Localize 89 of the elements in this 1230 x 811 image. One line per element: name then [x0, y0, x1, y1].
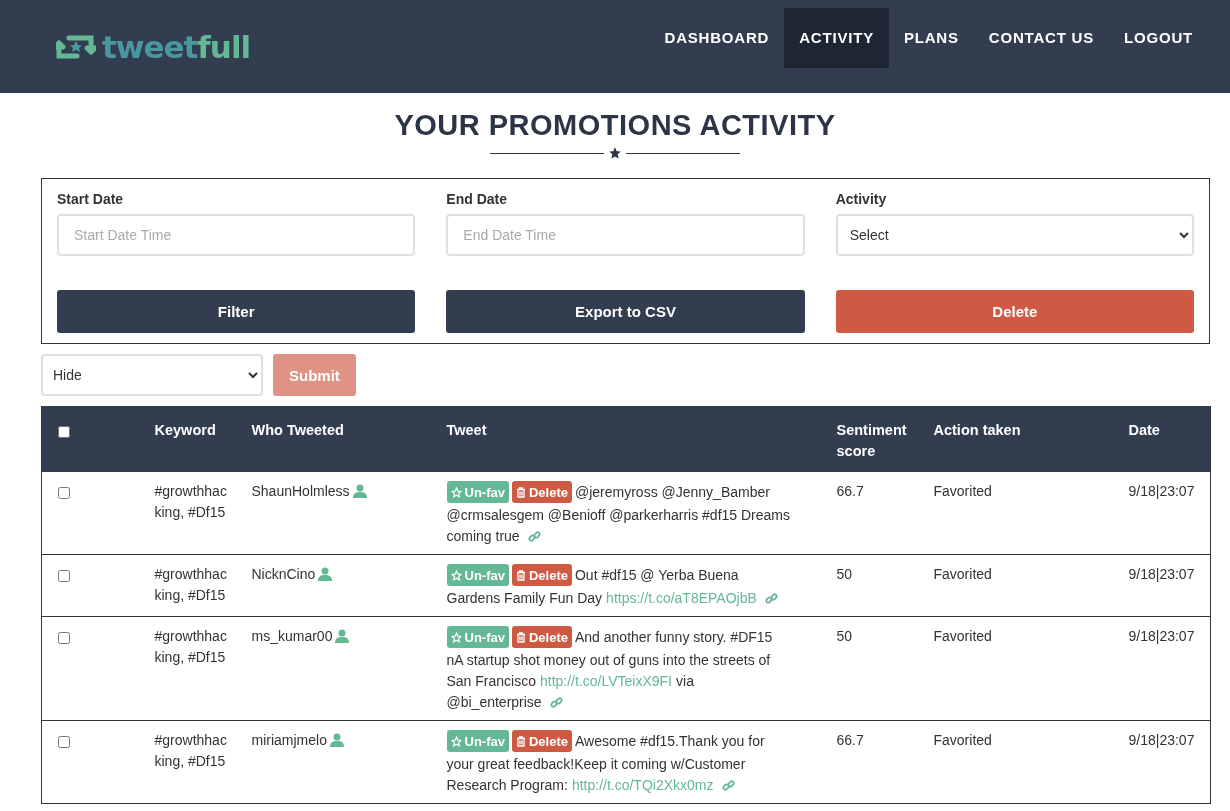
page-title: YOUR PROMOTIONS ACTIVITY	[393, 109, 837, 142]
tweet-link[interactable]: http://t.co/TQi2Xkx0mz	[571, 775, 714, 796]
row-checkbox[interactable]	[58, 632, 70, 644]
star-icon	[450, 486, 462, 498]
username: NicknCino	[251, 565, 316, 584]
activity-select[interactable]: Select	[835, 214, 1194, 256]
link-icon	[527, 530, 541, 543]
tweet-text: San Francisco	[446, 672, 536, 691]
unfav-button[interactable]: Un-fav	[446, 564, 509, 586]
link-icon	[764, 592, 778, 605]
action-cell: Favorited	[917, 554, 1113, 617]
star-icon	[450, 631, 462, 643]
trash-icon	[515, 486, 526, 498]
column-header: Tweet	[430, 406, 821, 472]
tweet-text: nA startup shot money out of guns into the streets of	[446, 651, 771, 670]
score-cell: 50	[820, 616, 918, 721]
delete-tweet-button[interactable]: Delete	[511, 481, 572, 503]
tweet-text: via	[676, 672, 694, 691]
tweet-text: And another funny story. #DF15	[575, 627, 773, 647]
field-label: End Date	[446, 191, 508, 207]
select-all-checkbox[interactable]	[58, 426, 70, 438]
column-header: Keyword	[138, 406, 236, 472]
username: ms_kumar00	[251, 627, 333, 646]
action-cell: Favorited	[917, 472, 1113, 555]
column-header: Who Tweeted	[235, 406, 431, 472]
delete-tweet-button[interactable]: Delete	[511, 564, 572, 586]
person-icon	[318, 567, 333, 581]
trash-icon	[515, 569, 526, 581]
keyword-cell: #growthhacking, #Df15	[138, 616, 236, 721]
nav-link[interactable]: PLANS	[888, 8, 974, 68]
tweet-link[interactable]: https://t.co/aT8EPAOjbB	[606, 588, 757, 609]
tweet-text: @crmsalesgem @Benioff @parkerharris #df15 Dreams	[446, 506, 790, 525]
star-icon	[608, 146, 622, 160]
action-button[interactable]: Filter	[57, 290, 416, 333]
keyword-cell: #growthhacking, #Df15	[138, 472, 236, 555]
trash-icon	[515, 735, 526, 747]
date-cell: 9/18|23:07	[1112, 472, 1211, 555]
nav-link[interactable]: CONTACT US	[973, 8, 1110, 68]
keyword-cell: #growthhacking, #Df15	[138, 720, 236, 804]
nav-link[interactable]: LOGOUT	[1109, 8, 1208, 68]
field-label: Start Date	[57, 191, 125, 207]
date-cell: 9/18|23:07	[1112, 720, 1211, 804]
row-checkbox[interactable]	[58, 570, 70, 582]
person-icon	[335, 629, 350, 643]
column-header: Action taken	[917, 406, 1113, 472]
tweet-text: Research Program:	[446, 776, 568, 795]
person-icon	[329, 733, 344, 747]
tweet-text: coming true	[446, 527, 520, 546]
username: miriamjmelo	[251, 731, 327, 750]
date-field[interactable]: End Date Time	[446, 214, 805, 256]
link-icon	[721, 779, 735, 792]
tweet-text: @bi_enterprise	[446, 693, 542, 712]
row-checkbox[interactable]	[58, 736, 70, 748]
delete-button[interactable]: Delete	[835, 290, 1194, 333]
date-cell: 9/18|23:07	[1112, 616, 1211, 721]
column-header: Sentiment score	[820, 406, 918, 472]
nav-link[interactable]: DASHBOARD	[649, 8, 785, 68]
delete-tweet-button[interactable]: Delete	[511, 626, 572, 648]
action-cell: Favorited	[917, 616, 1113, 721]
tweet-text: @jeremyross @Jenny_Bamber	[575, 482, 770, 502]
person-icon	[352, 484, 367, 498]
score-cell: 50	[820, 554, 918, 617]
star-icon	[450, 735, 462, 747]
tweet-text: Gardens Family Fun Day	[446, 589, 603, 608]
action-button[interactable]: Export to CSV	[446, 290, 805, 333]
tweet-text: your great feedback!Keep it coming w/Customer	[446, 755, 746, 774]
date-cell: 9/18|23:07	[1112, 554, 1211, 617]
unfav-button[interactable]: Un-fav	[446, 730, 509, 752]
link-icon	[549, 696, 563, 709]
score-cell: 66.7	[820, 720, 918, 804]
action-cell: Favorited	[917, 720, 1113, 804]
column-header: Date	[1112, 406, 1211, 472]
bulk-select[interactable]: Hide	[41, 354, 263, 396]
date-field[interactable]: Start Date Time	[57, 214, 416, 256]
row-checkbox[interactable]	[58, 487, 70, 499]
trash-icon	[515, 631, 526, 643]
nav-link[interactable]: ACTIVITY	[784, 8, 889, 68]
unfav-button[interactable]: Un-fav	[446, 626, 509, 648]
unfav-button[interactable]: Un-fav	[446, 481, 509, 503]
keyword-cell: #growthhacking, #Df15	[138, 554, 236, 617]
username: ShaunHolmless	[251, 482, 350, 501]
score-cell: 66.7	[820, 472, 918, 555]
tweet-text: Out #df15 @ Yerba Buena	[575, 565, 739, 585]
logo-text: tweetfull	[102, 28, 251, 65]
field-label: Activity	[835, 191, 888, 207]
tweet-text: Awesome #df15.Thank you for	[575, 731, 765, 751]
delete-tweet-button[interactable]: Delete	[511, 730, 572, 752]
star-icon	[450, 569, 462, 581]
tweet-link[interactable]: http://t.co/LVTeixX9FI	[540, 671, 672, 692]
